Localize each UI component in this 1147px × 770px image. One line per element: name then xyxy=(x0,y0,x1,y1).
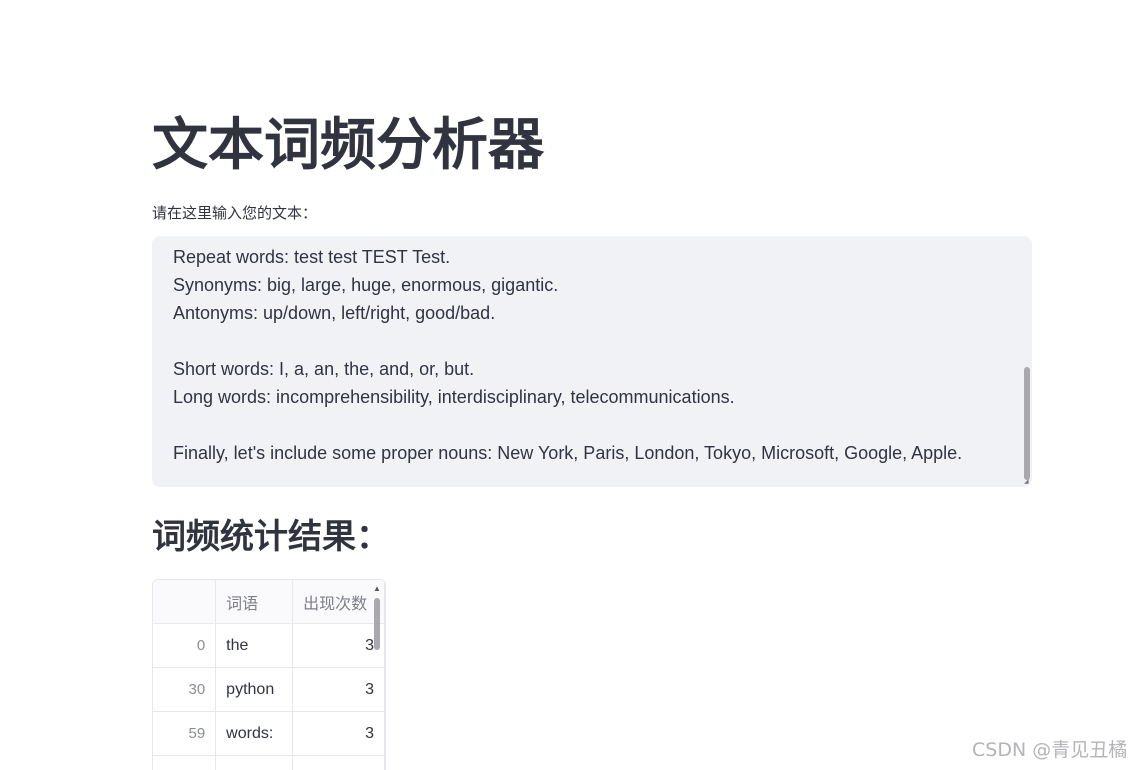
table-row[interactable]: 59 words: 3 xyxy=(153,711,385,756)
watermark: CSDN @青见丑橘 xyxy=(972,739,1128,761)
text-input-line: Antonyms: up/down, left/right, good/bad. xyxy=(173,303,496,323)
table-row[interactable] xyxy=(153,755,385,770)
count-cell: 3 xyxy=(292,623,385,668)
textarea-resize-handle[interactable]: ◢ xyxy=(1024,479,1030,485)
word-column-header[interactable]: 词语 xyxy=(215,580,294,624)
text-input-area[interactable]: Repeat words: test test TEST Test. Synony… xyxy=(152,236,1032,487)
text-input-line xyxy=(173,411,1013,439)
index-column-header[interactable] xyxy=(153,580,217,624)
row-index-cell: 30 xyxy=(153,667,217,712)
table-row[interactable]: 30 python 3 xyxy=(153,667,385,712)
count-cell xyxy=(292,755,385,770)
count-column-header[interactable]: 出现次数 xyxy=(292,580,385,624)
count-cell: 3 xyxy=(292,711,385,756)
text-input-line xyxy=(173,327,1013,355)
text-input-content[interactable]: Repeat words: test test TEST Test. Synony… xyxy=(173,243,1013,467)
textarea-scrollbar[interactable] xyxy=(1024,367,1030,480)
text-input-line: Short words: I, a, an, the, and, or, but… xyxy=(173,359,475,379)
word-cell xyxy=(215,755,294,770)
word-cell: words: xyxy=(215,711,294,756)
text-input-line: Finally, let's include some proper nouns… xyxy=(173,443,963,463)
row-index-cell xyxy=(153,755,217,770)
row-index-cell: 0 xyxy=(153,623,217,668)
word-frequency-table[interactable]: 词语 出现次数 0 the 3 30 python 3 59 words: 3 xyxy=(152,579,386,770)
text-input-label: 请在这里输入您的文本： xyxy=(152,205,318,222)
scroll-up-arrow-icon[interactable]: ▲ xyxy=(373,585,381,593)
table-header-row: 词语 出现次数 xyxy=(153,580,385,624)
app-page: 文本词频分析器 请在这里输入您的文本： Repeat words: test t… xyxy=(0,0,1147,770)
word-cell: the xyxy=(215,623,294,668)
table-scrollbar-thumb[interactable] xyxy=(374,598,380,650)
word-cell: python xyxy=(215,667,294,712)
count-cell: 3 xyxy=(292,667,385,712)
text-input-line: Long words: incomprehensibility, interdi… xyxy=(173,387,735,407)
text-input-line: Repeat words: test test TEST Test. xyxy=(173,247,451,267)
text-input-line: Synonyms: big, large, huge, enormous, gi… xyxy=(173,275,559,295)
table-row[interactable]: 0 the 3 xyxy=(153,623,385,668)
row-index-cell: 59 xyxy=(153,711,217,756)
page-title: 文本词频分析器 xyxy=(152,113,544,178)
results-title: 词频统计结果： xyxy=(152,517,390,557)
